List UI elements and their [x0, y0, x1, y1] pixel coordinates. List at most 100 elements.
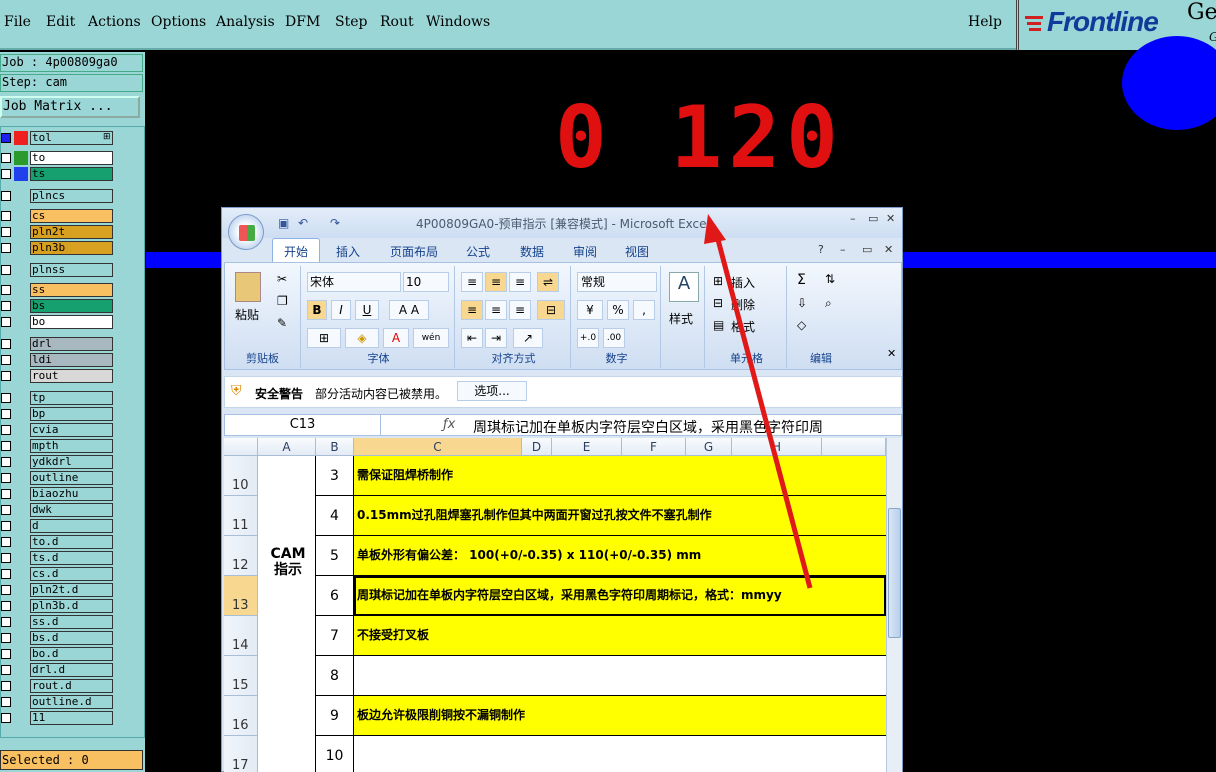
increase-indent-icon[interactable]: ⇥: [485, 328, 507, 348]
layer-checkbox[interactable]: [1, 301, 11, 311]
styles-icon[interactable]: A: [669, 272, 699, 302]
layer-checkbox[interactable]: [1, 473, 11, 483]
layer-row-drl[interactable]: drl: [1, 337, 146, 351]
col-header-e[interactable]: E: [552, 438, 622, 456]
layer-name[interactable]: ydkdrl: [30, 455, 113, 469]
font-size-select[interactable]: 10: [403, 272, 449, 292]
layer-row-bs.d[interactable]: bs.d: [1, 631, 146, 645]
align-bottom-icon[interactable]: ≡: [509, 272, 531, 292]
layer-row-outline[interactable]: outline: [1, 471, 146, 485]
layer-name[interactable]: plnss: [30, 263, 113, 277]
layer-name[interactable]: plncs: [30, 189, 113, 203]
cell-c[interactable]: 0.15mm过孔阻焊塞孔制作但其中两面开窗过孔按文件不塞孔制作: [354, 496, 886, 536]
name-box[interactable]: C13: [225, 415, 381, 435]
menu-rout[interactable]: Rout: [380, 14, 414, 30]
menu-step[interactable]: Step: [335, 14, 367, 30]
layer-row-cs[interactable]: cs: [1, 209, 146, 223]
layer-checkbox[interactable]: [1, 601, 11, 611]
tab-insert[interactable]: 插入: [336, 243, 360, 260]
layer-checkbox[interactable]: [1, 537, 11, 547]
layer-name[interactable]: tp: [30, 391, 113, 405]
layer-row-11[interactable]: 11: [1, 711, 146, 725]
tab-review[interactable]: 审阅: [573, 243, 597, 260]
layer-row-ts.d[interactable]: ts.d: [1, 551, 146, 565]
find-select-icon[interactable]: ⌕: [825, 296, 832, 311]
format-cells-button[interactable]: 格式: [731, 318, 755, 335]
layer-checkbox[interactable]: [1, 243, 11, 253]
layer-checkbox[interactable]: [1, 355, 11, 365]
row-header[interactable]: 10: [224, 456, 258, 496]
increase-decimal-icon[interactable]: +.0: [577, 328, 599, 348]
bold-button[interactable]: B: [307, 300, 327, 320]
layer-checkbox[interactable]: [1, 649, 11, 659]
worksheet-grid[interactable]: A B C D E F G H 10 3 需保证阻焊桥制作 11 4 0.15mm过孔阻焊…: [224, 438, 902, 772]
cell-b[interactable]: 4: [316, 496, 354, 536]
delete-cells-button[interactable]: 删除: [731, 296, 755, 313]
layer-name[interactable]: tol: [30, 131, 113, 145]
layer-name[interactable]: to.d: [30, 535, 113, 549]
row-header[interactable]: 11: [224, 496, 258, 536]
layer-checkbox[interactable]: [1, 227, 11, 237]
layer-checkbox[interactable]: [1, 265, 11, 275]
cell-c[interactable]: 板边允许极限削铜按不漏铜制作: [354, 696, 886, 736]
cell-b[interactable]: 6: [316, 576, 354, 616]
layer-row-plncs[interactable]: plncs: [1, 189, 146, 203]
fill-icon[interactable]: ⇩: [797, 296, 807, 310]
layer-row-plnss[interactable]: plnss: [1, 263, 146, 277]
undo-icon[interactable]: ↶: [298, 216, 312, 230]
layer-row-pln2t.d[interactable]: pln2t.d: [1, 583, 146, 597]
layer-name[interactable]: drl: [30, 337, 113, 351]
layer-name[interactable]: ts.d: [30, 551, 113, 565]
layer-name[interactable]: to: [30, 151, 113, 165]
col-header-a[interactable]: A: [258, 438, 316, 456]
layer-checkbox[interactable]: [1, 457, 11, 467]
align-center-icon[interactable]: ≡: [485, 300, 507, 320]
layer-row-pln3b[interactable]: pln3b: [1, 241, 146, 255]
layer-name[interactable]: dwk: [30, 503, 113, 517]
menu-edit[interactable]: Edit: [46, 14, 75, 30]
menu-help[interactable]: Help: [968, 14, 1002, 30]
layer-name[interactable]: cvia: [30, 423, 113, 437]
save-icon[interactable]: ▣: [278, 216, 292, 230]
close-icon[interactable]: ✕: [886, 212, 895, 225]
tab-view[interactable]: 视图: [625, 243, 649, 260]
layer-checkbox[interactable]: [1, 371, 11, 381]
formula-input[interactable]: 周琪标记加在单板内字符层空白区域，采用黑色字符印周: [473, 417, 823, 437]
layer-row-cvia[interactable]: cvia: [1, 423, 146, 437]
delete-cells-icon[interactable]: ⊟: [713, 296, 723, 310]
layer-name[interactable]: pln3b.d: [30, 599, 113, 613]
layer-name[interactable]: rout: [30, 369, 113, 383]
layer-row-pln2t[interactable]: pln2t: [1, 225, 146, 239]
col-header-d[interactable]: D: [522, 438, 552, 456]
ribbon-minimize-icon[interactable]: –: [840, 243, 846, 256]
layer-checkbox[interactable]: [1, 393, 11, 403]
menu-windows[interactable]: Windows: [426, 14, 490, 30]
col-header-g[interactable]: G: [686, 438, 732, 456]
font-color-icon[interactable]: A: [383, 328, 409, 348]
layer-checkbox[interactable]: [1, 697, 11, 707]
tab-home[interactable]: 开始: [284, 243, 308, 260]
redo-icon[interactable]: ↷: [330, 216, 344, 230]
cut-icon[interactable]: ✂: [277, 272, 287, 286]
col-header-i[interactable]: [822, 438, 886, 456]
layer-row-bs[interactable]: bs: [1, 299, 146, 313]
warning-close-icon[interactable]: ✕: [887, 347, 896, 360]
layer-checkbox[interactable]: [1, 169, 11, 179]
layer-row-bo[interactable]: bo: [1, 315, 146, 329]
align-right-icon[interactable]: ≡: [509, 300, 531, 320]
ribbon-restore-icon[interactable]: ▭: [862, 243, 872, 256]
layer-row-tp[interactable]: tp: [1, 391, 146, 405]
cell-c[interactable]: [354, 656, 886, 696]
cell-b[interactable]: 3: [316, 456, 354, 496]
menu-options[interactable]: Options: [151, 14, 206, 30]
cell-b[interactable]: 9: [316, 696, 354, 736]
wrap-text-icon[interactable]: ⇌: [537, 272, 559, 292]
layer-checkbox[interactable]: [1, 211, 11, 221]
tab-data[interactable]: 数据: [520, 243, 544, 260]
tab-formulas[interactable]: 公式: [466, 243, 490, 260]
layer-checkbox[interactable]: [1, 317, 11, 327]
format-cells-icon[interactable]: ▤: [713, 318, 724, 332]
layer-name[interactable]: pln2t: [30, 225, 113, 239]
excel-titlebar[interactable]: ▣ ↶ ↷ 4P00809GA0-预审指示 [兼容模式] - Microsoft…: [222, 208, 902, 238]
copy-icon[interactable]: ❐: [277, 294, 288, 308]
